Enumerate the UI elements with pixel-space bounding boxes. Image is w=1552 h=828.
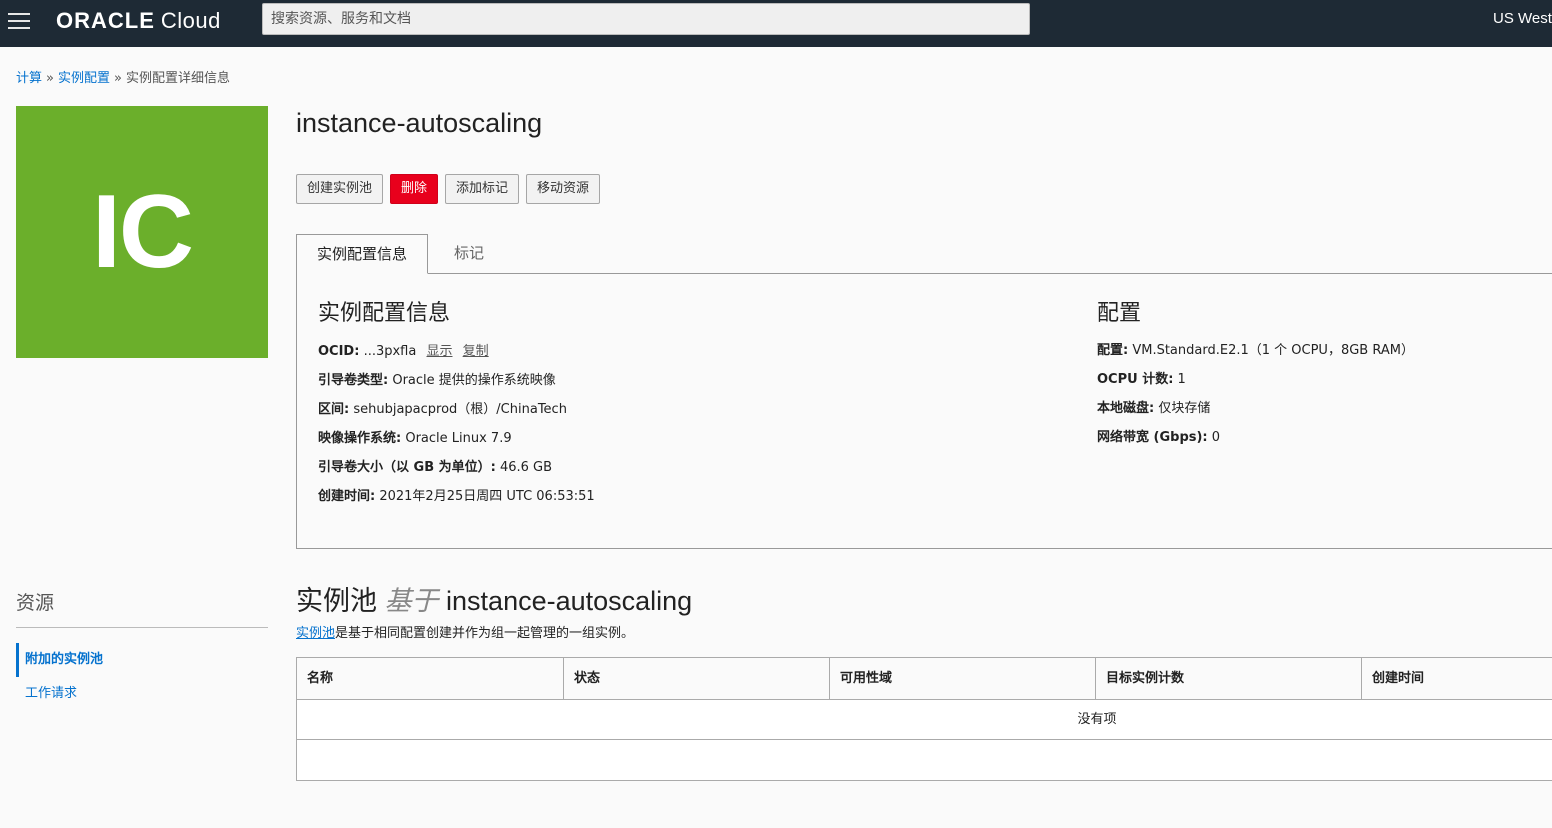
ocpu-label: OCPU 计数: [1097, 372, 1174, 387]
shape-label: 配置: [1097, 343, 1129, 358]
local-disk-row: 本地磁盘: 仅块存储 [1097, 397, 1210, 416]
resource-attached-instance-pools[interactable]: 附加的实例池 [16, 643, 268, 677]
pool-title-based: 基于 [384, 586, 439, 616]
copy-ocid-link[interactable]: 复制 [463, 344, 489, 359]
oracle-cloud-logo[interactable]: ORACLE Cloud [56, 8, 221, 34]
instance-pools-table: 名称 状态 可用性域 目标实例计数 创建时间 没有项 [296, 657, 1552, 781]
boot-volume-type-label: 引导卷类型: [318, 373, 389, 388]
pool-title-prefix: 实例池 [296, 586, 377, 616]
shape-heading: 配置 [1097, 301, 1142, 326]
column-header-name[interactable]: 名称 [297, 658, 564, 699]
ocid-value: ...3pxfla [363, 344, 417, 359]
boot-volume-type-value: Oracle 提供的操作系统映像 [392, 373, 556, 388]
ocid-label: OCID: [318, 344, 360, 359]
top-bar: ORACLE Cloud 搜索资源、服务和文档 US West [0, 0, 1552, 47]
tab-tags[interactable]: 标记 [434, 234, 504, 273]
ocpu-value: 1 [1177, 372, 1186, 387]
bandwidth-row: 网络带宽 (Gbps): 0 [1097, 426, 1220, 445]
page-title: instance-autoscaling [296, 108, 543, 138]
ocid-row: OCID: ...3pxfla 显示 复制 [318, 340, 489, 359]
column-header-created[interactable]: 创建时间 [1362, 658, 1552, 699]
table-header: 名称 状态 可用性域 目标实例计数 创建时间 [297, 658, 1552, 700]
instance-pool-title: 实例池 基于 instance-autoscaling [296, 579, 692, 618]
image-os-row: 映像操作系统: Oracle Linux 7.9 [318, 427, 512, 446]
resources-title: 资源 [16, 592, 55, 614]
boot-volume-size-label: 引导卷大小（以 GB 为单位）: [318, 460, 496, 475]
breadcrumb-separator: » [46, 71, 54, 86]
breadcrumb-instance-configurations[interactable]: 实例配置 [58, 71, 110, 86]
created-row: 创建时间: 2021年2月25日周四 UTC 06:53:51 [318, 485, 595, 504]
instance-pool-link[interactable]: 实例池 [296, 626, 335, 641]
search-input[interactable]: 搜索资源、服务和文档 [262, 3, 1030, 35]
column-header-target-instance-count[interactable]: 目标实例计数 [1096, 658, 1362, 699]
breadcrumb-current: 实例配置详细信息 [125, 71, 230, 86]
created-value: 2021年2月25日周四 UTC 06:53:51 [379, 489, 595, 504]
boot-volume-size-row: 引导卷大小（以 GB 为单位）: 46.6 GB [318, 456, 552, 475]
resource-work-requests[interactable]: 工作请求 [16, 677, 268, 711]
pool-title-name: instance-autoscaling [446, 586, 693, 616]
bandwidth-value: 0 [1211, 430, 1221, 445]
boot-volume-type-row: 引导卷类型: Oracle 提供的操作系统映像 [318, 369, 556, 388]
instance-pool-desc-text: 是基于相同配置创建并作为组一起管理的一组实例。 [335, 626, 635, 641]
tab-instance-configuration-info[interactable]: 实例配置信息 [296, 234, 429, 274]
bandwidth-label: 网络带宽 (Gbps): [1097, 430, 1208, 445]
ocpu-row: OCPU 计数: 1 [1097, 368, 1186, 387]
info-panel: 实例配置信息 OCID: ...3pxfla 显示 复制 引导卷类型: Orac… [296, 273, 1552, 549]
compartment-value: sehubjapacprod（根）/ChinaTech [353, 402, 567, 417]
info-heading: 实例配置信息 [318, 301, 451, 326]
resources-divider [16, 627, 268, 628]
move-resource-button[interactable]: 移动资源 [526, 174, 601, 204]
boot-volume-size-value: 46.6 GB [499, 460, 553, 475]
create-instance-pool-button[interactable]: 创建实例池 [296, 174, 384, 204]
table-empty-row: 没有项 [297, 699, 1552, 740]
action-toolbar: 创建实例池 删除 添加标记 移动资源 [296, 174, 601, 204]
shape-row: 配置: VM.Standard.E2.1（1 个 OCPU，8GB RAM） [1097, 339, 1414, 358]
image-os-label: 映像操作系统: [318, 431, 402, 446]
instance-pool-description: 实例池是基于相同配置创建并作为组一起管理的一组实例。 [296, 622, 634, 641]
compartment-row: 区间: sehubjapacprod（根）/ChinaTech [318, 398, 567, 417]
compartment-label: 区间: [318, 402, 350, 417]
empty-message: 没有项 [1077, 712, 1117, 727]
delete-button[interactable]: 删除 [390, 174, 439, 204]
tab-bar: 实例配置信息 标记 [296, 234, 1552, 274]
image-os-value: Oracle Linux 7.9 [405, 431, 512, 446]
logo-brand: ORACLE [56, 8, 155, 33]
resource-avatar: IC [16, 106, 268, 358]
breadcrumb: 计算» 实例配置» 实例配置详细信息 [16, 67, 230, 86]
menu-icon[interactable] [8, 10, 30, 29]
column-header-availability-domain[interactable]: 可用性域 [830, 658, 1096, 699]
region-selector[interactable]: US West [1493, 10, 1552, 27]
breadcrumb-separator: » [114, 71, 122, 86]
breadcrumb-compute[interactable]: 计算 [16, 71, 42, 86]
add-tags-button[interactable]: 添加标记 [445, 174, 520, 204]
shape-value: VM.Standard.E2.1（1 个 OCPU，8GB RAM） [1132, 343, 1414, 358]
logo-product: Cloud [160, 8, 221, 33]
local-disk-label: 本地磁盘: [1097, 401, 1155, 416]
column-header-state[interactable]: 状态 [564, 658, 830, 699]
show-ocid-link[interactable]: 显示 [426, 344, 452, 359]
created-label: 创建时间: [318, 489, 376, 504]
local-disk-value: 仅块存储 [1158, 401, 1211, 416]
